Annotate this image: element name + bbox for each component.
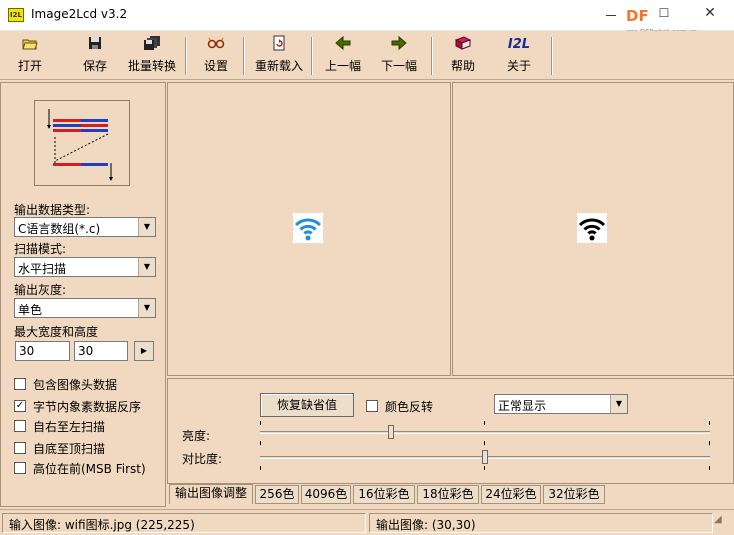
settings-button[interactable]: 设置 bbox=[198, 35, 234, 77]
toolbar: 打开 保存 批量转换 设置 重新载入 上一幅 下一幅 帮助 I2L 关于 bbox=[0, 31, 734, 80]
chevron-down-icon: ▼ bbox=[610, 395, 627, 413]
settings-panel: 输出数据类型: C语言数组(*.c) ▼ 扫描模式: 水平扫描 ▼ 输出灰度: … bbox=[0, 82, 166, 507]
slider-tick bbox=[260, 466, 261, 470]
brightness-slider[interactable] bbox=[260, 431, 710, 434]
open-button[interactable]: 打开 bbox=[12, 35, 48, 77]
arrow-left-icon bbox=[322, 35, 364, 55]
input-image-pane bbox=[167, 82, 451, 376]
play-arrow-icon: ▶ bbox=[140, 346, 148, 355]
help-book-icon bbox=[445, 35, 481, 55]
contrast-slider-thumb[interactable] bbox=[482, 450, 488, 464]
help-button[interactable]: 帮助 bbox=[445, 35, 481, 77]
gray-level-select[interactable]: 单色 ▼ bbox=[14, 298, 156, 318]
resize-grip-icon[interactable]: ◢ bbox=[714, 514, 730, 530]
toolbar-separator bbox=[551, 37, 553, 75]
maximize-button[interactable]: ☐ bbox=[654, 6, 674, 26]
multi-disk-icon bbox=[124, 35, 180, 55]
save-button[interactable]: 保存 bbox=[77, 35, 113, 77]
apply-size-button[interactable]: ▶ bbox=[134, 341, 154, 361]
display-mode-select[interactable]: 正常显示 ▼ bbox=[494, 394, 628, 414]
image-adjust-panel: 恢复缺省值 颜色反转 正常显示 ▼ 亮度: 对比度: bbox=[167, 378, 734, 484]
scan-mode-label: 扫描模式: bbox=[14, 242, 67, 256]
slider-tick bbox=[709, 441, 710, 445]
output-type-select[interactable]: C语言数组(*.c) ▼ bbox=[14, 217, 156, 237]
brightness-slider-thumb[interactable] bbox=[387, 425, 394, 439]
batch-convert-button[interactable]: 批量转换 bbox=[124, 35, 180, 77]
input-image-status: 输入图像: wifi图标.jpg (225,225) bbox=[2, 513, 366, 533]
checkbox-checked[interactable]: ✓ bbox=[14, 400, 26, 412]
reload-button[interactable]: 重新载入 bbox=[251, 35, 307, 77]
tab-4096-color[interactable]: 4096色 bbox=[301, 485, 351, 504]
reload-doc-icon bbox=[251, 35, 307, 55]
arrow-right-icon bbox=[378, 35, 420, 55]
checkbox[interactable] bbox=[14, 378, 26, 390]
glasses-icon bbox=[198, 35, 234, 55]
tab-18bit-color[interactable]: 18位彩色 bbox=[417, 485, 479, 504]
checkbox[interactable] bbox=[14, 462, 26, 474]
output-image-status: 输出图像: (30,30) bbox=[369, 513, 713, 533]
window-title: Image2Lcd v3.2 bbox=[31, 7, 128, 21]
slider-tick bbox=[484, 466, 485, 470]
tab-output-adjust[interactable]: 输出图像调整 bbox=[169, 484, 253, 504]
checkbox[interactable] bbox=[14, 420, 26, 432]
tab-24bit-color[interactable]: 24位彩色 bbox=[481, 485, 541, 504]
slider-tick bbox=[709, 421, 710, 425]
chevron-down-icon: ▼ bbox=[138, 218, 155, 236]
next-image-button[interactable]: 下一幅 bbox=[378, 35, 420, 77]
wifi-icon bbox=[293, 213, 323, 243]
toolbar-separator bbox=[243, 37, 245, 75]
checkbox[interactable] bbox=[366, 400, 378, 412]
slider-tick bbox=[484, 441, 485, 445]
restore-defaults-button[interactable]: 恢复缺省值 bbox=[260, 393, 354, 417]
app-icon: I2L bbox=[8, 8, 24, 22]
toolbar-separator bbox=[311, 37, 313, 75]
brightness-label: 亮度: bbox=[182, 429, 211, 443]
slider-tick bbox=[484, 421, 485, 425]
floppy-disk-icon bbox=[77, 35, 113, 55]
chevron-down-icon: ▼ bbox=[138, 258, 155, 276]
toolbar-separator bbox=[431, 37, 433, 75]
slider-tick bbox=[260, 421, 261, 425]
output-type-label: 输出数据类型: bbox=[14, 203, 91, 217]
prev-image-button[interactable]: 上一幅 bbox=[322, 35, 364, 77]
scan-direction-diagram bbox=[34, 100, 130, 186]
max-size-label: 最大宽度和高度 bbox=[14, 325, 99, 339]
output-image-pane bbox=[452, 82, 734, 376]
chevron-down-icon: ▼ bbox=[138, 299, 155, 317]
watermark-logo: DF bbox=[626, 7, 649, 25]
tab-32bit-color[interactable]: 32位彩色 bbox=[543, 485, 605, 504]
max-height-input[interactable]: 30 bbox=[74, 341, 128, 361]
scan-mode-select[interactable]: 水平扫描 ▼ bbox=[14, 257, 156, 277]
checkbox[interactable] bbox=[14, 442, 26, 454]
minimize-button[interactable]: － bbox=[597, 6, 625, 26]
i2l-logo-icon: I2L bbox=[507, 37, 531, 52]
close-button[interactable]: ✕ bbox=[700, 5, 720, 25]
slider-tick bbox=[709, 466, 710, 470]
contrast-label: 对比度: bbox=[182, 452, 223, 466]
tab-16bit-color[interactable]: 16位彩色 bbox=[353, 485, 415, 504]
toolbar-separator bbox=[185, 37, 187, 75]
about-button[interactable]: I2L 关于 bbox=[501, 35, 537, 77]
gray-level-label: 输出灰度: bbox=[14, 283, 67, 297]
max-width-input[interactable]: 30 bbox=[15, 341, 70, 361]
slider-tick bbox=[260, 441, 261, 445]
status-bar: 输入图像: wifi图标.jpg (225,225) 输出图像: (30,30) bbox=[0, 509, 734, 535]
tab-256-color[interactable]: 256色 bbox=[255, 485, 299, 504]
wifi-icon bbox=[577, 213, 607, 243]
folder-open-icon bbox=[12, 35, 48, 55]
